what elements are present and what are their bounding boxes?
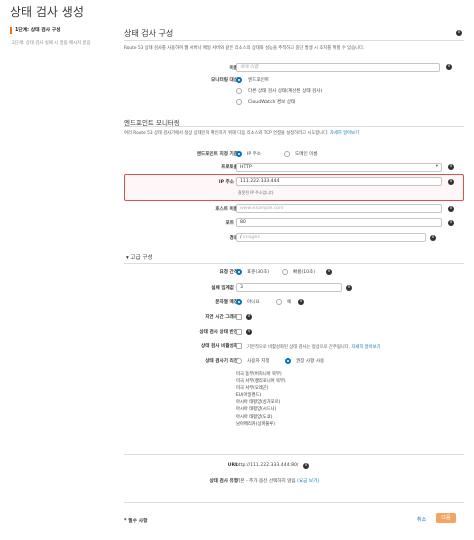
- disable-text: 기본적으로 비활성화된 상태 검사는 정상으로 간주됩니다. 자세히 알아보기: [247, 345, 381, 350]
- monitor-option-calculated: 다른 상태 검사 상태(계산된 상태 검사): [248, 89, 323, 94]
- interval-option-standard: 표준(30초): [247, 270, 270, 275]
- divider: [124, 126, 464, 127]
- page-title: 상태 검사 생성: [10, 5, 84, 19]
- cancel-button[interactable]: 취소: [417, 516, 426, 523]
- region-item: 아시아 태평양(싱가포르): [236, 400, 281, 406]
- interval-radio-fast[interactable]: [282, 269, 288, 275]
- hostname-input[interactable]: www.example.com: [236, 204, 442, 213]
- port-label: 포트 *: [225, 221, 238, 226]
- latency-graphs-checkbox[interactable]: [236, 314, 242, 320]
- next-button[interactable]: 다음: [436, 513, 456, 523]
- region-item: 아시아 태평양(도쿄): [236, 414, 273, 420]
- divider: [124, 502, 464, 503]
- invert-label: 상태 검사 상태 반전: [199, 330, 238, 335]
- pricing-link[interactable]: (요금 보기): [297, 479, 319, 484]
- regions-list: 미국 동부(버지니아 북부) 미국 서부(캘리포니아 북부) 미국 서부(오레곤…: [236, 371, 286, 428]
- divider: [124, 454, 464, 455]
- string-matching-radio-yes[interactable]: [276, 299, 282, 305]
- request-interval-label: 요청 간격: [219, 270, 238, 275]
- specify-by-label: 엔드포인트 지정 기준: [196, 152, 238, 157]
- info-icon[interactable]: i: [346, 285, 352, 291]
- chevron-down-icon: ▾: [435, 164, 438, 169]
- advanced-toggle[interactable]: ▾ 고급 구성: [126, 253, 153, 261]
- info-icon[interactable]: i: [430, 235, 436, 241]
- port-input[interactable]: 80: [236, 218, 442, 227]
- disable-checkbox[interactable]: [236, 343, 242, 349]
- ip-address-error: 잘못된 IP 주소입니다: [238, 190, 274, 195]
- step-1-current[interactable]: 1단계: 상태 검사 구성: [10, 27, 114, 34]
- specify-radio-domain[interactable]: [284, 151, 290, 157]
- url-value: http://111.222.333.444:80/: [236, 463, 299, 468]
- info-icon[interactable]: i: [298, 299, 304, 305]
- monitor-option-endpoint: 엔드포인트: [248, 78, 270, 83]
- info-icon[interactable]: i: [326, 269, 332, 275]
- info-icon[interactable]: i: [456, 30, 462, 36]
- check-type-value: 기본 - 추가 옵션 선택하지 않음 (요금 보기): [236, 479, 320, 484]
- section-description: Route 53 상태 검사를 사용하여 웹 서버나 메일 서버와 같은 리소스…: [124, 46, 365, 51]
- specify-option-ip: IP 주소: [247, 152, 262, 157]
- regions-radio-recommended[interactable]: [285, 358, 291, 364]
- interval-radio-standard[interactable]: [236, 269, 242, 275]
- divider: [124, 263, 464, 264]
- section-title-configure: 상태 검사 구성: [124, 29, 174, 38]
- caret-down-icon: ▾: [126, 255, 129, 261]
- invert-checkbox[interactable]: [236, 329, 242, 335]
- endpoint-description: 여러 Route 53 상태 검사기에서 정상 상태인지 확인하기 위해 다음 …: [124, 131, 359, 136]
- monitor-radio-cloudwatch[interactable]: [236, 99, 242, 105]
- disable-label: 상태 검사 비활성화: [200, 344, 238, 349]
- protocol-label: 프로토콜: [221, 165, 238, 170]
- info-icon[interactable]: i: [448, 179, 454, 185]
- info-icon[interactable]: i: [303, 463, 309, 469]
- divider: [124, 40, 464, 41]
- string-matching-label: 문자열 매칭: [215, 300, 238, 305]
- regions-label: 상태 검사기 리전: [205, 359, 238, 364]
- monitor-label: 모니터링 대상: [211, 78, 238, 83]
- latency-graphs-label: 지연 시간 그래프: [205, 315, 238, 320]
- regions-option-recommended: 권장 사항 사용: [296, 359, 325, 364]
- path-input[interactable]: / images: [236, 233, 426, 242]
- required-note: * 필수 사항: [124, 519, 148, 524]
- string-matching-option-no: 아니요: [247, 300, 260, 305]
- step-2[interactable]: 2단계: 상태 검사 실패 시 알림 메시지 받음: [12, 40, 116, 46]
- check-type-label: 상태 검사 유형: [209, 479, 238, 484]
- info-icon[interactable]: i: [448, 220, 454, 226]
- info-icon[interactable]: i: [448, 206, 454, 212]
- disable-learn-more-link[interactable]: 자세히 알아보기: [351, 345, 380, 350]
- specify-option-domain: 도메인 이름: [295, 152, 318, 157]
- path-label: 경로: [229, 236, 238, 241]
- monitor-radio-endpoint[interactable]: [236, 77, 242, 83]
- hostname-label: 호스트 이름: [215, 207, 238, 212]
- specify-radio-ip[interactable]: [236, 151, 242, 157]
- main-panel: 상태 검사 구성 i Route 53 상태 검사를 사용하여 웹 서버나 메일…: [118, 22, 468, 522]
- info-icon[interactable]: i: [246, 329, 252, 335]
- url-label: URL: [227, 463, 238, 468]
- region-item: 미국 동부(버지니아 북부): [236, 372, 282, 377]
- region-item: 남아메리카(상파울루): [236, 421, 275, 427]
- string-matching-option-yes: 예: [287, 300, 292, 305]
- failure-threshold-label: 실패 임계값 *: [211, 286, 238, 291]
- monitor-radio-calculated[interactable]: [236, 88, 242, 94]
- region-item: EU(아일랜드): [236, 393, 262, 399]
- ip-address-input[interactable]: 111.222.333.444: [236, 177, 442, 186]
- info-icon[interactable]: i: [446, 64, 452, 70]
- failure-threshold-input[interactable]: 3: [236, 283, 342, 292]
- region-item: 미국 서부(캘리포니아 북부): [236, 379, 286, 385]
- info-icon[interactable]: i: [246, 314, 252, 320]
- regions-radio-custom[interactable]: [236, 358, 242, 364]
- learn-more-link[interactable]: 자세히 알아보기: [330, 131, 359, 136]
- string-matching-radio-no[interactable]: [236, 299, 242, 305]
- region-item: 미국 서부(오레곤): [236, 386, 269, 392]
- region-item: 아시아 태평양(시드니): [236, 407, 277, 413]
- info-icon[interactable]: i: [448, 164, 454, 170]
- monitor-option-cloudwatch: CloudWatch 경보 상태: [248, 100, 296, 105]
- name-input[interactable]: 예제 이름: [236, 63, 440, 72]
- interval-option-fast: 빠름(10초): [293, 270, 316, 275]
- regions-option-custom: 사용자 지정: [247, 359, 270, 364]
- name-label: 이름: [229, 66, 238, 71]
- protocol-select[interactable]: HTTP ▾: [236, 163, 442, 172]
- ip-address-label: IP 주소 *: [218, 180, 238, 185]
